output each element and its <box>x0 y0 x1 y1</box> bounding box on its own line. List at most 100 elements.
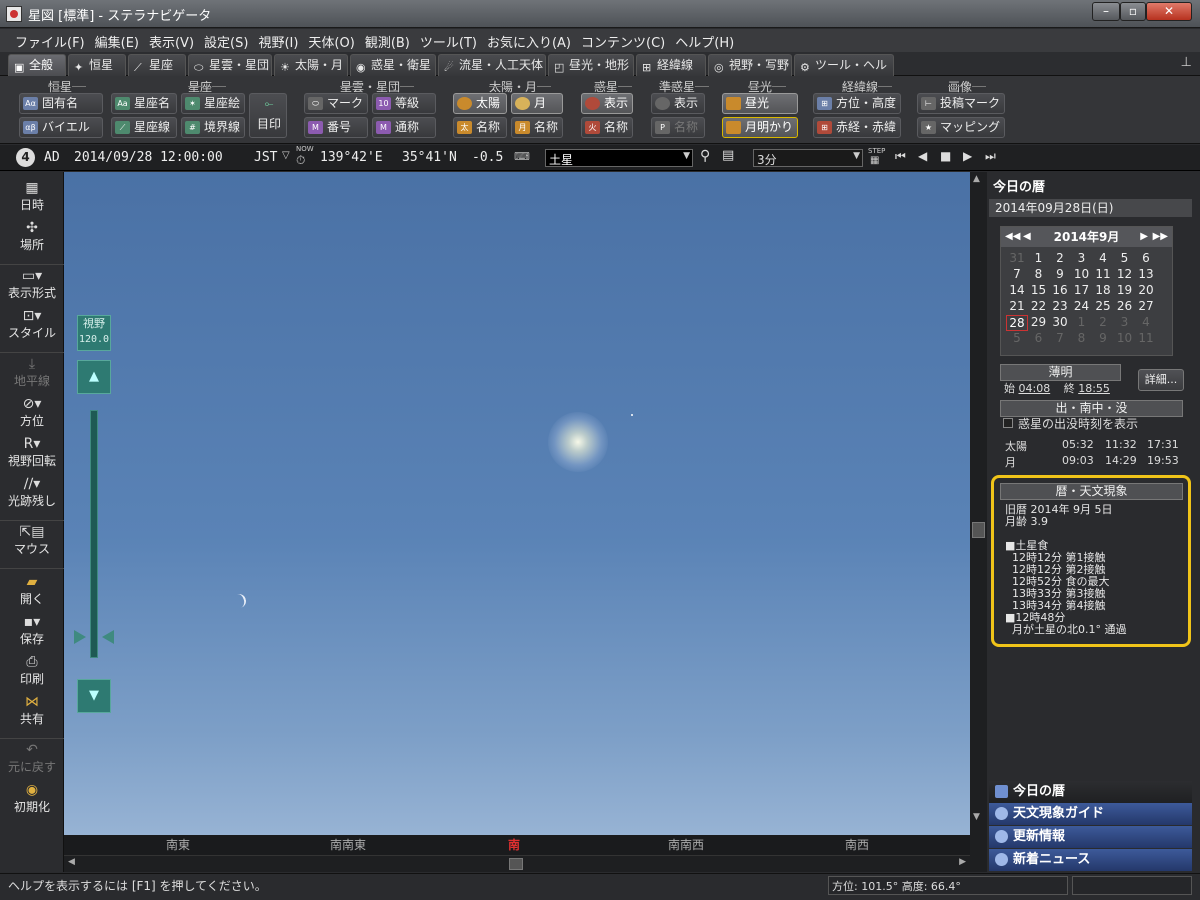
menu-fov[interactable]: 視野(I) <box>253 29 303 54</box>
calendar-day[interactable]: 24 <box>1071 299 1093 313</box>
calendar-day[interactable]: 4 <box>1092 251 1114 265</box>
calendar-day[interactable]: 12 <box>1114 267 1136 281</box>
azalt-button[interactable]: ⊞ 方位・高度 <box>813 93 901 114</box>
dwarf-show-button[interactable]: 表示 <box>651 93 705 114</box>
tab-fov[interactable]: ◎ 視野・写野 <box>708 54 792 76</box>
dwarf-name-button[interactable]: P 名称 <box>651 117 705 138</box>
nebula-common-button[interactable]: M 通称 <box>372 117 436 138</box>
time-zone-badge-icon[interactable]: 4 <box>16 148 35 167</box>
menu-favorites[interactable]: お気に入り(A) <box>482 29 576 54</box>
menu-contents[interactable]: コンテンツ(C) <box>576 29 670 54</box>
calendar-day[interactable]: 14 <box>1006 283 1028 297</box>
calendar-day[interactable]: 10 <box>1071 267 1093 281</box>
now-clock-icon[interactable]: ⏱ <box>296 153 305 168</box>
calendar-day[interactable]: 20 <box>1135 283 1157 297</box>
tab-general[interactable]: ▣ 全般 <box>8 54 66 76</box>
calendar-day[interactable]: 1 <box>1071 315 1093 329</box>
moon-button[interactable]: 月 <box>511 93 563 114</box>
vertical-scrollbar[interactable]: ▲ ▼ <box>970 172 987 872</box>
scroll-down-icon[interactable]: ▼ <box>973 812 980 822</box>
menu-view[interactable]: 表示(V) <box>144 29 199 54</box>
next-month-icon[interactable]: ▶ <box>1140 227 1148 247</box>
undo-tool[interactable]: ↶ 元に戻す <box>0 742 64 775</box>
calendar-day[interactable]: 10 <box>1114 331 1136 345</box>
tab-nebulae[interactable]: ⬭ 星雲・星団 <box>188 54 272 76</box>
calendar-day[interactable]: 4 <box>1135 315 1157 329</box>
calendar-day[interactable]: 3 <box>1071 251 1093 265</box>
pin-icon[interactable]: ⊥ <box>1181 55 1192 70</box>
datetime-tool[interactable]: ▦ 日時 <box>0 180 64 213</box>
step-back-icon[interactable]: ◀ <box>918 149 927 163</box>
close-button[interactable]: ✕ <box>1146 2 1192 21</box>
calendar-day[interactable]: 9 <box>1092 331 1114 345</box>
calendar-day[interactable]: 7 <box>1049 331 1071 345</box>
planet-dot[interactable] <box>631 414 633 416</box>
calendar-day[interactable]: 5 <box>1006 331 1028 345</box>
scroll-right-icon[interactable]: ▶ <box>959 857 966 867</box>
longitude[interactable]: 139°42'E <box>320 150 383 165</box>
open-tool[interactable]: ▰ 開く <box>0 574 64 607</box>
search-icon[interactable]: ⚲ <box>700 148 710 164</box>
calendar-day[interactable]: 9 <box>1049 267 1071 281</box>
horizon-tool[interactable]: ⤓ 地平線 <box>0 356 64 389</box>
calendar-day[interactable]: 11 <box>1135 331 1157 345</box>
calendar-day[interactable]: 2 <box>1092 315 1114 329</box>
tab-planets[interactable]: ◉ 惑星・衛星 <box>350 54 436 76</box>
chevron-down-icon[interactable]: ▼ <box>683 151 690 161</box>
display-format-tool[interactable]: ▭▾ 表示形式 <box>0 268 64 301</box>
calendar-day[interactable]: 16 <box>1049 283 1071 297</box>
boundary-button[interactable]: # 境界線 <box>181 117 245 138</box>
step-forward-icon[interactable]: ▶ <box>963 149 972 163</box>
calendar-day[interactable]: 31 <box>1006 251 1028 265</box>
moon-name-button[interactable]: 月名称 <box>511 117 563 138</box>
maximize-button[interactable]: ▫ <box>1120 2 1146 21</box>
step-combo[interactable]: 3分 ▼ <box>753 149 863 167</box>
stop-icon[interactable]: ■ <box>940 149 951 163</box>
tab-constellations[interactable]: ⟋ 星座 <box>128 54 186 76</box>
nav-news[interactable]: 新着ニュース <box>989 849 1192 871</box>
planet-name-button[interactable]: 火名称 <box>581 117 633 138</box>
calendar-day[interactable]: 23 <box>1049 299 1071 313</box>
nav-guide[interactable]: 天文現象ガイド <box>989 803 1192 825</box>
mapping-button[interactable]: ★ マッピング <box>917 117 1005 138</box>
mouse-tool[interactable]: ⇱▤ マウス <box>0 524 64 557</box>
sky-view[interactable]: 視野 120.0 ▲ ▼ <box>64 172 970 835</box>
vscroll-thumb[interactable] <box>972 522 985 538</box>
nebula-number-button[interactable]: M 番号 <box>304 117 368 138</box>
calendar-day[interactable]: 3 <box>1114 315 1136 329</box>
menu-edit[interactable]: 編集(E) <box>90 29 144 54</box>
calendar-day[interactable]: 8 <box>1071 331 1093 345</box>
skip-back-icon[interactable]: ⏮ <box>895 149 906 164</box>
daylight-button[interactable]: 昼光 <box>722 93 798 114</box>
calendar-day[interactable]: 2 <box>1049 251 1071 265</box>
save-tool[interactable]: ▪▾ 保存 <box>0 614 64 647</box>
direction-tool[interactable]: ⊘▾ 方位 <box>0 396 64 429</box>
zoom-in-button[interactable]: ▲ <box>77 360 111 394</box>
menu-tools[interactable]: ツール(T) <box>415 29 482 54</box>
const-name-button[interactable]: Aa 星座名 <box>111 93 177 114</box>
sun-name-button[interactable]: 太名称 <box>453 117 507 138</box>
hscroll-thumb[interactable] <box>509 858 523 870</box>
tab-stars[interactable]: ✦ 恒星 <box>68 54 126 76</box>
calendar-day[interactable]: 5 <box>1114 251 1136 265</box>
style-tool[interactable]: ⊡▾ スタイル <box>0 308 64 341</box>
fov-indicator[interactable]: 視野 120.0 <box>77 315 111 351</box>
calendar-day[interactable]: 11 <box>1092 267 1114 281</box>
print-tool[interactable]: ⎙ 印刷 <box>0 654 64 687</box>
calendar-day[interactable]: 6 <box>1135 251 1157 265</box>
menu-object[interactable]: 天体(O) <box>303 29 359 54</box>
calendar-day[interactable]: 8 <box>1028 267 1050 281</box>
nav-updates[interactable]: 更新情報 <box>989 826 1192 848</box>
tab-grid[interactable]: ⊞ 経緯線 <box>636 54 706 76</box>
minimize-button[interactable]: – <box>1092 2 1120 21</box>
zoom-slider-handle[interactable] <box>74 628 114 646</box>
nebula-mag-button[interactable]: 10 等級 <box>372 93 436 114</box>
calendar-day[interactable]: 21 <box>1006 299 1028 313</box>
sun-button[interactable]: 太陽 <box>453 93 507 114</box>
calendar-day[interactable]: 27 <box>1135 299 1157 313</box>
scroll-up-icon[interactable]: ▲ <box>973 174 980 184</box>
calendar-day[interactable]: 13 <box>1135 267 1157 281</box>
zoom-slider-track[interactable] <box>90 410 98 658</box>
const-line-button[interactable]: ⟋ 星座線 <box>111 117 177 138</box>
calendar-day[interactable]: 18 <box>1092 283 1114 297</box>
